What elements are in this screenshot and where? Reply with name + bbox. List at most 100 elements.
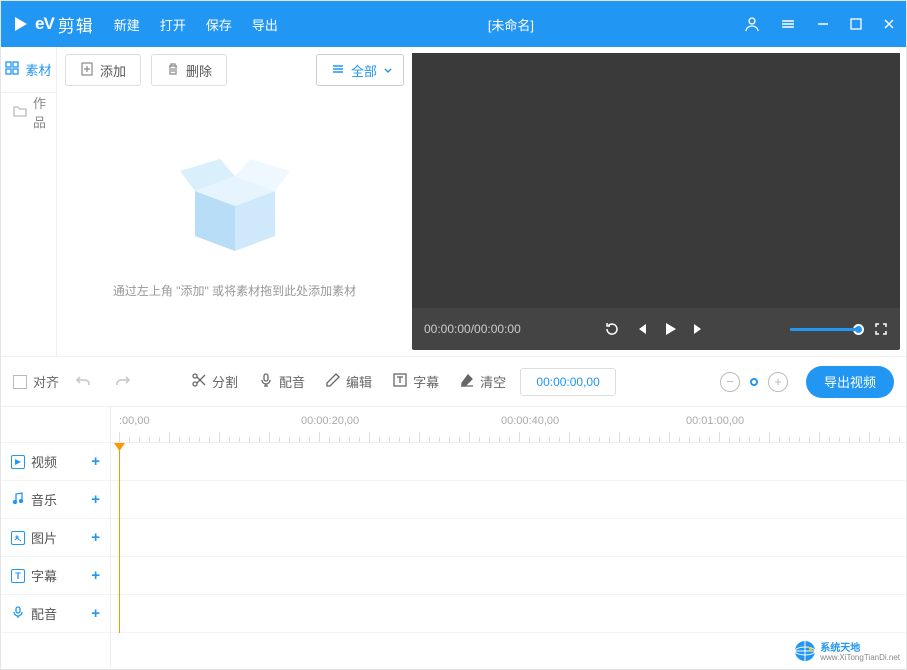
clear-tool[interactable]: 清空 <box>453 372 512 391</box>
upper-panel: 素材 作品 添加 删除 全部 <box>1 47 906 357</box>
preview-video-area[interactable] <box>412 53 900 308</box>
voiceover-track-icon <box>11 605 25 622</box>
sidebar-tab-works[interactable]: 作品 <box>1 93 56 131</box>
track-row[interactable] <box>111 595 906 633</box>
document-title: [未命名] <box>278 15 744 34</box>
logo-ev: eV <box>35 14 54 34</box>
sidebar-material-label: 素材 <box>25 60 51 79</box>
sidebar: 素材 作品 <box>1 47 57 356</box>
material-panel: 添加 删除 全部 通过左上角 "添加" <box>57 47 412 356</box>
fullscreen-icon[interactable] <box>874 322 888 336</box>
subtitle-tool[interactable]: 字幕 <box>386 372 445 391</box>
track-voiceover-label: 配音 <box>31 604 57 623</box>
video-track-icon <box>11 455 25 469</box>
volume-slider[interactable] <box>790 328 860 331</box>
track-image-label: 图片 <box>31 528 57 547</box>
user-icon[interactable] <box>744 16 760 32</box>
add-subtitle-track[interactable]: + <box>91 567 100 584</box>
watermark-title: 系统天地 <box>820 643 900 654</box>
preview-time: 00:00:00/00:00:00 <box>424 322 521 336</box>
export-video-label: 导出视频 <box>824 372 876 391</box>
add-label: 添加 <box>100 61 126 80</box>
play-icon[interactable] <box>662 321 678 337</box>
menu-icon[interactable] <box>780 16 796 32</box>
menu-export[interactable]: 导出 <box>252 15 278 34</box>
track-row[interactable] <box>111 557 906 595</box>
zoom-out-button[interactable]: − <box>720 372 740 392</box>
add-video-track[interactable]: + <box>91 453 100 470</box>
timeline-tracks[interactable] <box>111 443 906 633</box>
menu-open[interactable]: 打开 <box>160 15 186 34</box>
track-row[interactable] <box>111 481 906 519</box>
empty-box-icon <box>175 151 295 266</box>
zoom-slider[interactable] <box>750 378 758 386</box>
add-button[interactable]: 添加 <box>65 54 141 86</box>
chevron-down-icon <box>383 63 393 78</box>
edit-tool[interactable]: 编辑 <box>319 372 378 391</box>
edit-toolbar: 对齐 分割 配音 编辑 字幕 清空 00:00:00,00 − + 导出视频 <box>1 357 906 407</box>
track-video-label: 视频 <box>31 452 57 471</box>
pencil-icon <box>325 372 341 391</box>
sidebar-tab-material[interactable]: 素材 <box>1 47 56 93</box>
add-voiceover-track[interactable]: + <box>91 605 100 622</box>
add-audio-track[interactable]: + <box>91 491 100 508</box>
ruler-mark: 00:01:00,00 <box>686 415 744 427</box>
menu-new[interactable]: 新建 <box>114 15 140 34</box>
ruler-mark: 00:00:20,00 <box>301 415 359 427</box>
track-row[interactable] <box>111 519 906 557</box>
eraser-icon <box>459 372 475 391</box>
track-voiceover[interactable]: 配音 + <box>1 595 110 633</box>
mic-icon <box>258 372 274 391</box>
empty-hint: 通过左上角 "添加" 或将素材拖到此处添加素材 <box>113 282 356 299</box>
image-track-icon <box>11 531 25 545</box>
globe-icon <box>794 640 816 665</box>
delete-button[interactable]: 删除 <box>151 54 227 86</box>
add-image-track[interactable]: + <box>91 529 100 546</box>
material-toolbar: 添加 删除 全部 <box>57 47 412 93</box>
track-labels: 视频 + 音乐 + 图片 + T 字幕 + 配音 + <box>1 407 111 667</box>
zoom-in-button[interactable]: + <box>768 372 788 392</box>
timeline-ruler[interactable]: :00,0000:00:20,0000:00:40,0000:01:00,00 <box>111 407 906 443</box>
track-image[interactable]: 图片 + <box>1 519 110 557</box>
main-menu: 新建 打开 保存 导出 <box>114 15 278 34</box>
track-video[interactable]: 视频 + <box>1 443 110 481</box>
track-row[interactable] <box>111 443 906 481</box>
playhead[interactable] <box>119 443 120 633</box>
app-logo: eV 剪辑 <box>11 12 94 37</box>
timeline: 视频 + 音乐 + 图片 + T 字幕 + 配音 + :00,0000:00:2… <box>1 407 906 667</box>
delete-label: 删除 <box>186 61 212 80</box>
redo-button[interactable] <box>107 366 139 398</box>
minimize-icon[interactable] <box>816 17 830 31</box>
watermark-url: www.XiTongTianDi.net <box>820 654 900 663</box>
voiceover-label: 配音 <box>279 372 305 391</box>
voiceover-tool[interactable]: 配音 <box>252 372 311 391</box>
rotate-icon[interactable] <box>604 321 620 337</box>
play-logo-icon <box>11 14 31 34</box>
prev-frame-icon[interactable] <box>634 322 648 336</box>
folder-icon <box>13 104 27 121</box>
maximize-icon[interactable] <box>850 18 862 30</box>
close-icon[interactable] <box>882 17 896 31</box>
edit-label: 编辑 <box>346 372 372 391</box>
split-tool[interactable]: 分割 <box>185 372 244 391</box>
subtitle-track-icon: T <box>11 569 25 583</box>
track-subtitle[interactable]: T 字幕 + <box>1 557 110 595</box>
track-audio-label: 音乐 <box>31 490 57 509</box>
filter-dropdown[interactable]: 全部 <box>316 54 404 86</box>
text-icon <box>392 372 408 391</box>
next-frame-icon[interactable] <box>692 322 706 336</box>
undo-button[interactable] <box>67 366 99 398</box>
align-toggle[interactable]: 对齐 <box>13 372 59 391</box>
menu-save[interactable]: 保存 <box>206 15 232 34</box>
timeline-main[interactable]: :00,0000:00:20,0000:00:40,0000:01:00,00 <box>111 407 906 667</box>
app-name: 剪辑 <box>58 12 94 37</box>
ruler-mark: 00:00:40,00 <box>501 415 559 427</box>
timecode-input[interactable]: 00:00:00,00 <box>520 368 616 396</box>
preview-controls: 00:00:00/00:00:00 <box>412 308 900 350</box>
track-audio[interactable]: 音乐 + <box>1 481 110 519</box>
align-checkbox[interactable] <box>13 375 27 389</box>
material-empty-area[interactable]: 通过左上角 "添加" 或将素材拖到此处添加素材 <box>57 93 412 356</box>
trash-icon <box>166 62 180 79</box>
filter-label: 全部 <box>351 61 377 80</box>
export-video-button[interactable]: 导出视频 <box>806 366 894 398</box>
